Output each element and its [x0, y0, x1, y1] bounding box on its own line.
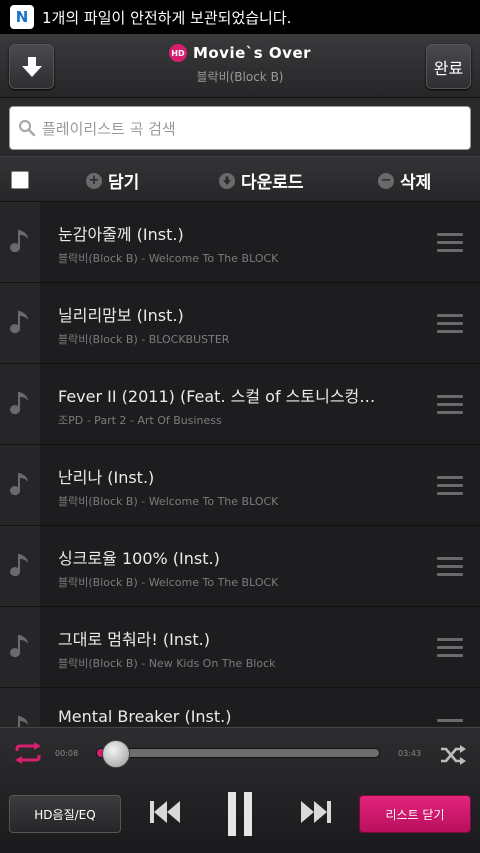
- drag-handle-icon[interactable]: [437, 638, 463, 658]
- music-note-icon: [0, 688, 40, 727]
- download-icon: [219, 172, 235, 189]
- download-label: 다운로드: [241, 173, 304, 193]
- elapsed-time: 00:08: [55, 749, 79, 758]
- add-button[interactable]: + 담기: [86, 168, 139, 193]
- done-button[interactable]: 완료: [426, 44, 471, 89]
- track-subtitle: 블락비(Block B) - New Kids On The Block: [58, 657, 276, 670]
- notification-text: 1개의 파일이 안전하게 보관되었습니다.: [42, 8, 292, 27]
- music-note-icon: [0, 526, 40, 606]
- player-controls: 00:08 03:43 HD음질/EQ 리스트 닫기: [0, 727, 480, 853]
- notification-bar: N 1개의 파일이 안전하게 보관되었습니다.: [0, 0, 480, 34]
- hd-badge: HD: [168, 44, 187, 62]
- now-playing-title: Movie`s Over: [192, 44, 312, 62]
- playlist-search-input[interactable]: 플레이리스트 곡 검색: [9, 106, 471, 150]
- track-subtitle: 블락비(Block B) - Welcome To The BLOCK: [58, 495, 279, 508]
- now-playing-header: HD Movie`s Over 블락비(Block B) 완료: [0, 34, 480, 98]
- playlist: 눈감아줄께 (Inst.) 블락비(Block B) - Welcome To …: [0, 202, 480, 727]
- delete-button[interactable]: − 삭제: [378, 168, 431, 193]
- plus-icon: +: [86, 172, 102, 189]
- hd-eq-button[interactable]: HD음질/EQ: [9, 795, 121, 833]
- search-placeholder: 플레이리스트 곡 검색: [42, 119, 176, 138]
- minus-icon: −: [378, 172, 394, 189]
- drag-handle-icon[interactable]: [437, 314, 463, 334]
- track-title: 싱크로율 100% (Inst.): [58, 549, 220, 568]
- drag-handle-icon[interactable]: [437, 557, 463, 577]
- previous-icon[interactable]: [148, 792, 182, 832]
- drag-handle-icon[interactable]: [437, 476, 463, 496]
- search-bar-container: 플레이리스트 곡 검색: [0, 98, 480, 156]
- track-subtitle: 조PD - Part 2 - Art Of Business: [58, 414, 222, 427]
- seek-thumb[interactable]: [102, 740, 131, 768]
- down-arrow-icon: [21, 56, 42, 77]
- close-list-button[interactable]: 리스트 닫기: [359, 795, 471, 833]
- track-subtitle: 블락비(Block B) - Welcome To The BLOCK: [58, 576, 279, 589]
- music-note-icon: [0, 202, 40, 282]
- playlist-item[interactable]: 그대로 멈춰라! (Inst.) 블락비(Block B) - New Kids…: [0, 607, 480, 688]
- playlist-item[interactable]: 싱크로율 100% (Inst.) 블락비(Block B) - Welcome…: [0, 526, 480, 607]
- track-title: Mental Breaker (Inst.): [58, 707, 232, 726]
- select-all-checkbox[interactable]: [11, 171, 29, 189]
- download-button[interactable]: 다운로드: [219, 168, 304, 193]
- repeat-icon[interactable]: [13, 742, 43, 768]
- now-playing-info: HD Movie`s Over 블락비(Block B): [100, 44, 380, 85]
- playlist-item[interactable]: 눈감아줄께 (Inst.) 블락비(Block B) - Welcome To …: [0, 202, 480, 283]
- search-icon: [18, 119, 36, 137]
- seek-bar[interactable]: [96, 748, 380, 758]
- track-subtitle: 블락비(Block B) - Welcome To The BLOCK: [58, 252, 279, 265]
- playlist-item[interactable]: Mental Breaker (Inst.): [0, 688, 480, 727]
- seek-row: 00:08 03:43: [0, 728, 480, 780]
- duration-time: 03:43: [398, 749, 422, 758]
- download-arrow-button[interactable]: [9, 44, 54, 89]
- drag-handle-icon[interactable]: [437, 233, 463, 253]
- track-title: 그대로 멈춰라! (Inst.): [58, 630, 210, 649]
- pause-icon[interactable]: [226, 792, 254, 836]
- delete-label: 삭제: [400, 173, 432, 193]
- drag-handle-icon[interactable]: [437, 719, 463, 727]
- music-note-icon: [0, 445, 40, 525]
- playlist-item[interactable]: 닐리리맘보 (Inst.) 블락비(Block B) - BLOCKBUSTER: [0, 283, 480, 364]
- track-subtitle: 블락비(Block B) - BLOCKBUSTER: [58, 333, 230, 346]
- now-playing-artist: 블락비(Block B): [196, 70, 284, 84]
- drag-handle-icon[interactable]: [437, 395, 463, 415]
- music-note-icon: [0, 283, 40, 363]
- next-icon[interactable]: [299, 792, 333, 832]
- playlist-item[interactable]: Fever II (2011) (Feat. 스컬 of 스토니스컹… 조PD …: [0, 364, 480, 445]
- music-note-icon: [0, 607, 40, 687]
- shuffle-icon[interactable]: [440, 745, 466, 769]
- music-note-icon: [0, 364, 40, 444]
- edit-action-bar: + 담기 다운로드 − 삭제: [0, 156, 480, 202]
- playlist-item[interactable]: 난리나 (Inst.) 블락비(Block B) - Welcome To Th…: [0, 445, 480, 526]
- n-app-icon: N: [10, 5, 34, 29]
- track-title: Fever II (2011) (Feat. 스컬 of 스토니스컹…: [58, 387, 376, 406]
- track-title: 닐리리맘보 (Inst.): [58, 306, 184, 325]
- add-label: 담기: [108, 173, 140, 193]
- track-title: 난리나 (Inst.): [58, 468, 155, 487]
- music-player-screen: N 1개의 파일이 안전하게 보관되었습니다. HD Movie`s Over …: [0, 0, 480, 853]
- track-title: 눈감아줄께 (Inst.): [58, 225, 184, 244]
